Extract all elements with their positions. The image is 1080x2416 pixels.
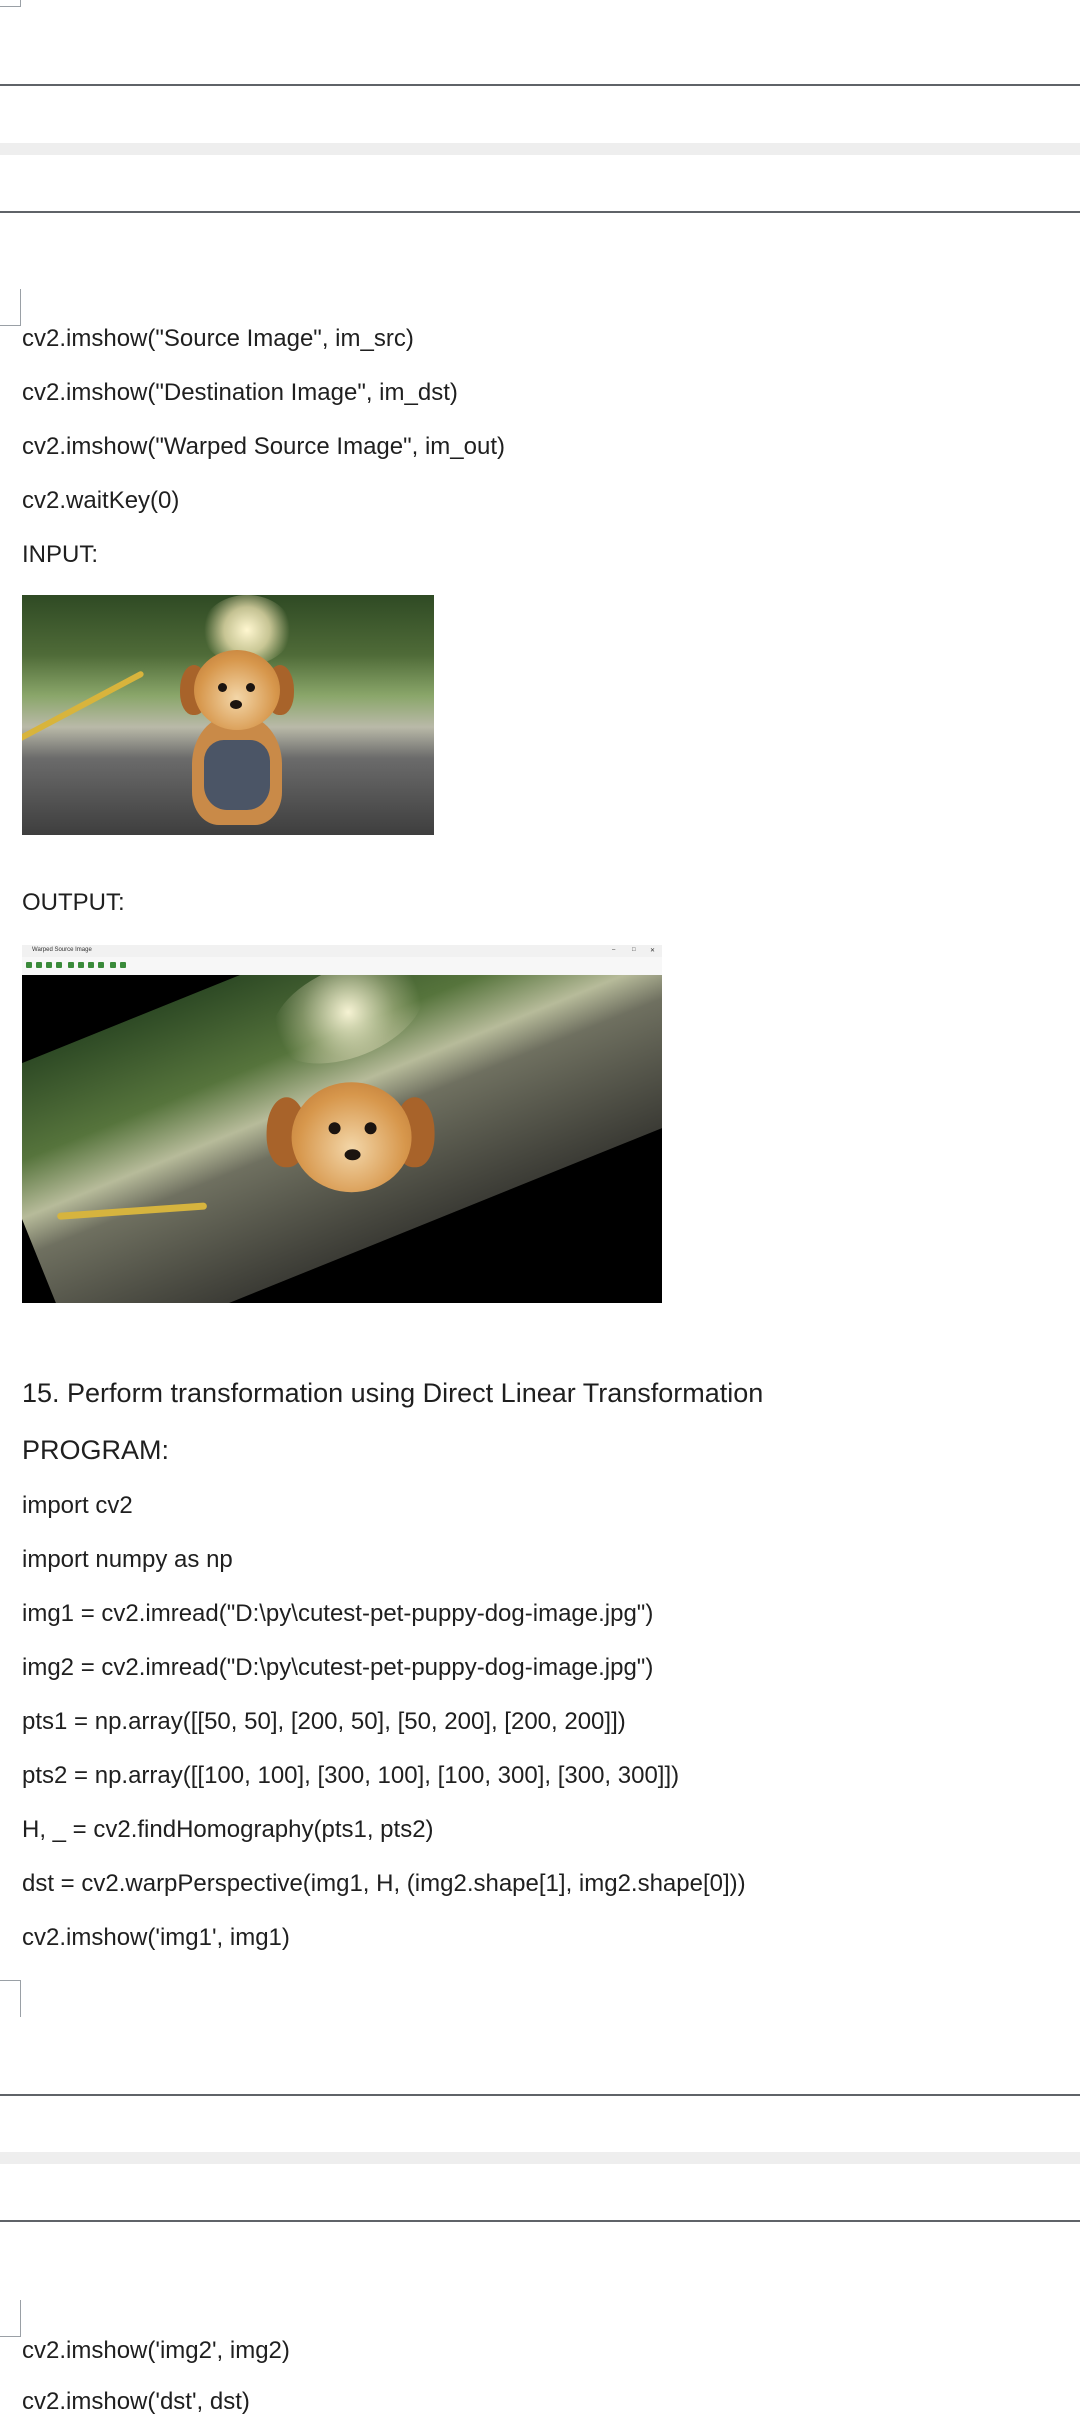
margin-corner-marker	[0, 2300, 21, 2337]
minimize-button[interactable]: –	[612, 947, 615, 953]
code-line: cv2.imshow('img2', img2)	[22, 2337, 290, 2364]
page-top-border	[0, 211, 1080, 213]
pan-right-icon[interactable]	[36, 962, 42, 968]
page-bottom-border	[0, 84, 1080, 86]
code-line: cv2.imshow("Source Image", im_src)	[22, 325, 414, 352]
code-line: cv2.imshow('img1', img1)	[22, 1924, 290, 1951]
code-line: pts1 = np.array([[50, 50], [200, 50], [5…	[22, 1708, 626, 1735]
code-line: dst = cv2.warpPerspective(img1, H, (img2…	[22, 1870, 746, 1897]
properties-icon[interactable]	[120, 962, 126, 968]
code-line: cv2.waitKey(0)	[22, 487, 180, 514]
output-label: OUTPUT:	[22, 889, 125, 916]
window-title: Warped Source Image	[32, 947, 92, 953]
page-top-border	[0, 2220, 1080, 2222]
code-line: cv2.imshow("Warped Source Image", im_out…	[22, 433, 505, 460]
code-line: import numpy as np	[22, 1546, 233, 1573]
code-line: H, _ = cv2.findHomography(pts1, pts2)	[22, 1816, 434, 1843]
section-heading: 15. Perform transformation using Direct …	[22, 1378, 764, 1408]
code-line: cv2.imshow('dst', dst)	[22, 2388, 250, 2415]
zoom-in-icon[interactable]	[68, 962, 74, 968]
window-toolbar	[22, 957, 662, 976]
close-button[interactable]: ✕	[650, 947, 655, 954]
code-line: img1 = cv2.imread("D:\py\cutest-pet-pupp…	[22, 1600, 654, 1627]
input-puppy-image	[22, 595, 434, 835]
pan-down-icon[interactable]	[56, 962, 62, 968]
save-icon[interactable]	[110, 962, 116, 968]
code-line: import cv2	[22, 1492, 133, 1519]
window-titlebar: Warped Source Image – □ ✕	[22, 945, 662, 957]
page-gap	[0, 143, 1080, 155]
code-line: cv2.imshow("Destination Image", im_dst)	[22, 379, 458, 406]
pan-up-icon[interactable]	[46, 962, 52, 968]
zoom-fit-icon[interactable]	[88, 962, 94, 968]
margin-corner-marker	[0, 0, 21, 7]
zoom-reset-icon[interactable]	[98, 962, 104, 968]
code-line: pts2 = np.array([[100, 100], [300, 100],…	[22, 1762, 680, 1789]
zoom-out-icon[interactable]	[78, 962, 84, 968]
code-line: img2 = cv2.imread("D:\py\cutest-pet-pupp…	[22, 1654, 654, 1681]
warped-output-window: Warped Source Image – □ ✕	[22, 945, 662, 1303]
margin-corner-marker	[0, 289, 21, 326]
page-gap	[0, 2152, 1080, 2164]
input-label: INPUT:	[22, 541, 99, 568]
page-bottom-border	[0, 2094, 1080, 2096]
pan-left-icon[interactable]	[26, 962, 32, 968]
program-label: PROGRAM:	[22, 1435, 170, 1465]
warped-image	[22, 975, 662, 1303]
margin-corner-marker	[0, 1980, 21, 2017]
maximize-button[interactable]: □	[632, 947, 636, 953]
